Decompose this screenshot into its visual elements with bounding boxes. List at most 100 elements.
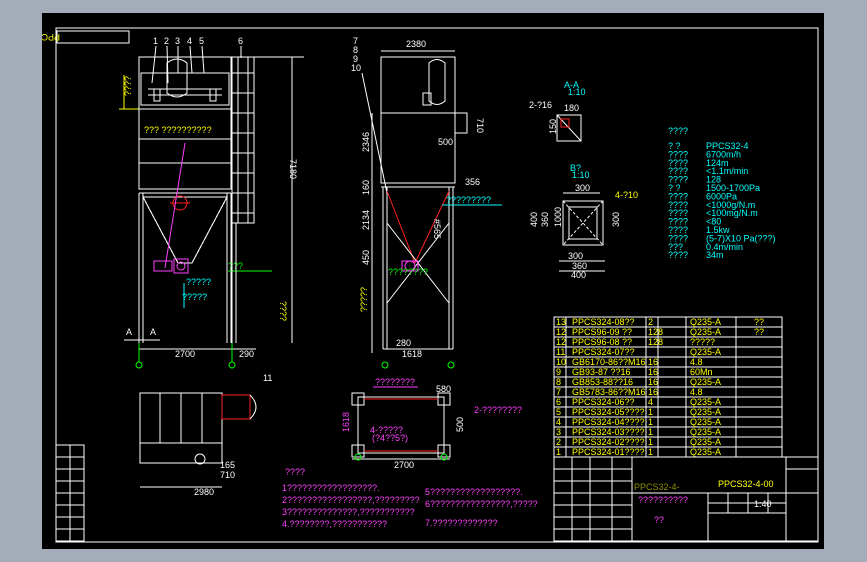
plan-label-right: 2-???????? [474, 405, 522, 415]
plan-label-top: ???????? [375, 377, 415, 387]
part-no-3: 3 [175, 36, 180, 46]
bom-cell-note: ?? [754, 327, 764, 337]
section-b-300v: 300 [611, 212, 621, 227]
bom-cell-material: Q235-A [690, 437, 721, 447]
section-b-400v: 400 [529, 212, 539, 227]
bom-cell-material: Q235-A [690, 447, 721, 457]
top-dim-710: 710 [220, 470, 235, 480]
bom-cell-material: 4.8 [690, 357, 703, 367]
side-label-left: ????? [359, 287, 369, 312]
top-part-no: 11 [263, 373, 272, 383]
bom-cell-material: 4.8 [690, 387, 703, 397]
top-view: 11 165 710 2980 [139, 373, 272, 497]
bom-cell-no: 10 [556, 357, 566, 367]
side-dim-top: 2380 [406, 39, 426, 49]
top-dim-165: 165 [220, 460, 235, 470]
section-b-360v: 360 [540, 212, 550, 227]
bom-cell-code: PPCS324-08?? [572, 317, 635, 327]
bom-cell-material: ????? [690, 337, 715, 347]
bom-cell-qty: 16 [648, 377, 658, 387]
bom-cell-qty: 128 [648, 337, 663, 347]
bom-cell-no: 12 [556, 327, 566, 337]
title-name: ?????????? [638, 495, 688, 505]
bom-cell-code: GB853-88??16 [572, 377, 633, 387]
section-aa: A-A 1:10 180 2-?16 150 [529, 80, 586, 142]
bom-cell-material: Q235-A [690, 377, 721, 387]
side-dim-160: 160 [361, 180, 371, 195]
drawing-no-rotated: PPCS32-4-00 [42, 32, 60, 42]
bom-cell-code: PPCS324-06?? [572, 397, 635, 407]
drawing-sheet: PPCS32-4-00 1 2 3 4 5 6 [42, 13, 824, 549]
bom-cell-material: Q235-A [690, 427, 721, 437]
bom-cell-no: 12 [556, 337, 566, 347]
bom-cell-material: Q235-A [690, 417, 721, 427]
cad-drawing: PPCS32-4-00 1 2 3 4 5 6 [42, 27, 819, 543]
front-flow-label: ????? [186, 277, 211, 287]
bom-cell-code: PPCS324-04???? [572, 417, 645, 427]
bom-cell-no: 13 [556, 317, 566, 327]
bom-cell-code: PPCS96-08 ?? [572, 337, 632, 347]
front-dim-total: 7180 [288, 159, 298, 179]
bom-cell-code: GB6170-86??M16 [572, 357, 646, 367]
bom-cell-qty: 16 [648, 367, 658, 377]
spec-key: ???? [668, 250, 688, 260]
note-6: 6????????????????,????? [425, 499, 538, 509]
section-b-300: 300 [575, 183, 590, 193]
left-revision-table [55, 444, 85, 542]
front-side-text: ???? [278, 301, 288, 321]
bom-cell-material: 60Mn [690, 367, 713, 377]
bom-cell-no: 3 [556, 427, 561, 437]
bom-cell-code: PPCS324-01???? [572, 447, 645, 457]
bom-cell-qty: 1 [648, 447, 653, 457]
bom-table: 13 PPCS324-08?? 2 Q235-A ??12 PPCS96-09 ?? 128… [553, 316, 783, 458]
section-b-300b: 300 [568, 251, 583, 261]
bom-cell-code: GB5783-86??M16 [572, 387, 646, 397]
front-dim-right: 290 [239, 349, 254, 359]
part-no-1: 1 [153, 36, 158, 46]
elev-label: ???? [123, 76, 133, 96]
section-b: B? 1:10 300 4-?10 400 360 1000 300 300 3… [529, 163, 638, 280]
part-no-2: 2 [164, 36, 169, 46]
drawing-no-box [56, 30, 130, 44]
title-drawing-no: PPCS32-4-00 [718, 479, 774, 489]
bom-cell-material: Q235-A [690, 347, 721, 357]
spec-value: 34m [706, 250, 724, 260]
spec-table: ???? ? ? PPCS32-4???? 6700m/h???? 124m???? <… [668, 126, 776, 260]
title-drawing-no-ghost: PPCS32-4- [634, 482, 680, 492]
tech-notes: ???? 1??????????????????. 2?????????????… [282, 467, 538, 529]
part-no-5: 5 [199, 36, 204, 46]
bom-cell-no: 5 [556, 407, 561, 417]
bom-cell-qty: 4 [648, 397, 653, 407]
bom-cell-material: Q235-A [690, 407, 721, 417]
part-no-10: 10 [351, 63, 361, 73]
front-view: 1 2 3 4 5 6 ???? ??? ?????????? ????? ??… [119, 36, 304, 369]
bom-cell-code: PPCS324-02???? [572, 437, 645, 447]
bom-cell-no: 1 [556, 447, 561, 457]
bom-cell-no: 7 [556, 387, 561, 397]
section-a-right: A [150, 327, 156, 337]
plan-label-pink2: (?4??5?) [372, 433, 408, 443]
bom-cell-code: GB93-87 ??16 [572, 367, 631, 377]
side-dim-710: 710 [475, 118, 485, 133]
side-dim-2346: 2346 [361, 132, 371, 152]
bom-cell-code: PPCS324-07?? [572, 347, 635, 357]
section-a-left: A [126, 327, 132, 337]
section-aa-scale: 1:10 [568, 87, 586, 97]
part-no-6: 6 [238, 36, 243, 46]
side-label-flange: ????????? [446, 195, 491, 205]
section-b-4-10: 4-?10 [615, 190, 638, 200]
section-aa-180: 180 [564, 103, 579, 113]
plan-dim-1618: 1618 [341, 412, 351, 432]
bom-cell-qty: 2 [648, 317, 653, 327]
bom-cell-qty: 1 [648, 417, 653, 427]
title-scale: 1:40 [754, 499, 772, 509]
bom-cell-no: 11 [556, 347, 565, 357]
bom-cell-no: 8 [556, 377, 561, 387]
front-lower-label: ????? [182, 292, 207, 302]
title-small: ?? [654, 515, 664, 525]
side-dim-1618: 1618 [402, 349, 422, 359]
spec-heading: ???? [668, 126, 688, 136]
bom-cell-qty: 16 [648, 357, 658, 367]
bom-cell-qty: 1 [648, 437, 653, 447]
bom-cell-code: PPCS324-05???? [572, 407, 645, 417]
